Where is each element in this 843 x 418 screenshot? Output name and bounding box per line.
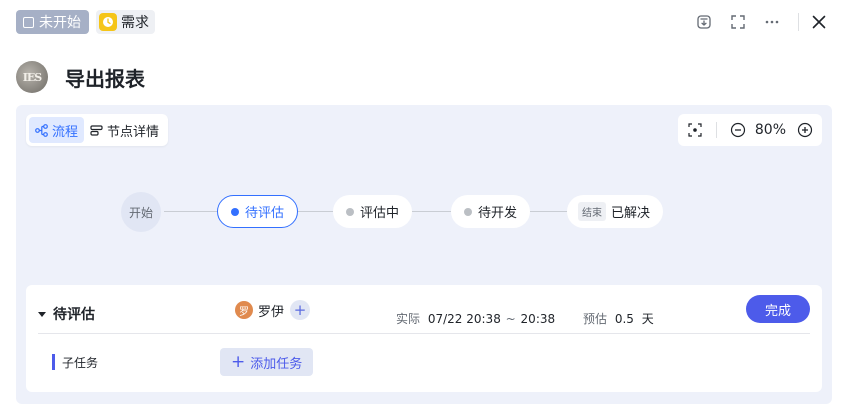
view-switch: 流程 节点详情 xyxy=(26,114,169,146)
zoom-level: 80% xyxy=(754,122,786,138)
status-label: 未开始 xyxy=(39,15,81,31)
flow-node-evaluating[interactable]: 评估中 xyxy=(333,195,413,228)
flow-connector xyxy=(524,211,568,212)
zoom-control: 80% xyxy=(677,114,822,146)
flow-icon xyxy=(35,123,48,137)
actual-time: 实际 07/22 20:38 ~ 20:38 xyxy=(396,312,556,326)
zoom-out-icon[interactable] xyxy=(729,121,747,139)
title-row: IES 导出报表 xyxy=(16,60,145,94)
type-label: 需求 xyxy=(121,15,149,31)
tab-node-detail[interactable]: 节点详情 xyxy=(84,117,165,143)
assignee-avatar: 罗 xyxy=(235,301,253,319)
divider xyxy=(798,13,799,31)
expand-icon[interactable] xyxy=(726,10,750,34)
divider xyxy=(715,122,717,138)
add-subtask-button[interactable]: + 添加任务 xyxy=(220,348,314,376)
zoom-in-icon[interactable] xyxy=(796,121,814,139)
page-title: 导出报表 xyxy=(65,66,145,91)
fit-view-icon[interactable] xyxy=(686,121,704,139)
status-tag[interactable]: 未开始 xyxy=(16,10,89,34)
subtask-label: 子任务 xyxy=(52,354,98,370)
flow-node-pending-dev[interactable]: 待开发 xyxy=(451,195,531,228)
assignee: 罗 罗伊 + xyxy=(235,300,311,320)
status-dot xyxy=(346,207,354,216)
more-icon[interactable] xyxy=(760,10,784,34)
download-icon[interactable] xyxy=(692,10,716,34)
card-header: 待评估 罗 罗伊 + 实际 07/22 20:38 ~ 20:38 预估 0.5… xyxy=(38,295,810,333)
top-bar: 未开始 需求 xyxy=(0,0,843,50)
project-avatar: IES xyxy=(16,61,48,93)
close-icon[interactable] xyxy=(807,10,831,34)
node-detail-card: 待评估 罗 罗伊 + 实际 07/22 20:38 ~ 20:38 预估 0.5… xyxy=(26,285,822,392)
checkbox-icon xyxy=(23,16,34,28)
list-icon xyxy=(90,124,103,136)
state-name: 待评估 xyxy=(53,307,95,323)
flow-connector xyxy=(164,211,218,212)
type-tag[interactable]: 需求 xyxy=(96,10,155,34)
flow-connector xyxy=(406,211,452,212)
clock-icon xyxy=(99,13,117,31)
plus-icon: + xyxy=(231,351,246,372)
flow-node-start[interactable]: 开始 xyxy=(121,192,161,232)
add-assignee-button[interactable]: + xyxy=(290,300,311,320)
flow-node-resolved[interactable]: 结束 已解决 xyxy=(567,195,664,228)
status-dot xyxy=(231,207,239,216)
collapse-caret-icon[interactable] xyxy=(38,311,46,317)
flow-node-pending-eval[interactable]: 待评估 xyxy=(217,195,299,228)
complete-button[interactable]: 完成 xyxy=(746,295,810,323)
tab-flow[interactable]: 流程 xyxy=(29,117,85,143)
workflow-panel: 开始 待评估 评估中 待开发 结束 已解决 流程 节点详情 80% 待评估 罗 … xyxy=(16,105,832,404)
window-actions xyxy=(682,10,831,34)
end-badge: 结束 xyxy=(578,202,606,221)
divider xyxy=(38,333,810,334)
status-dot xyxy=(464,207,472,216)
estimate: 预估 0.5 天 xyxy=(583,312,654,326)
assignee-name[interactable]: 罗伊 xyxy=(258,301,284,320)
